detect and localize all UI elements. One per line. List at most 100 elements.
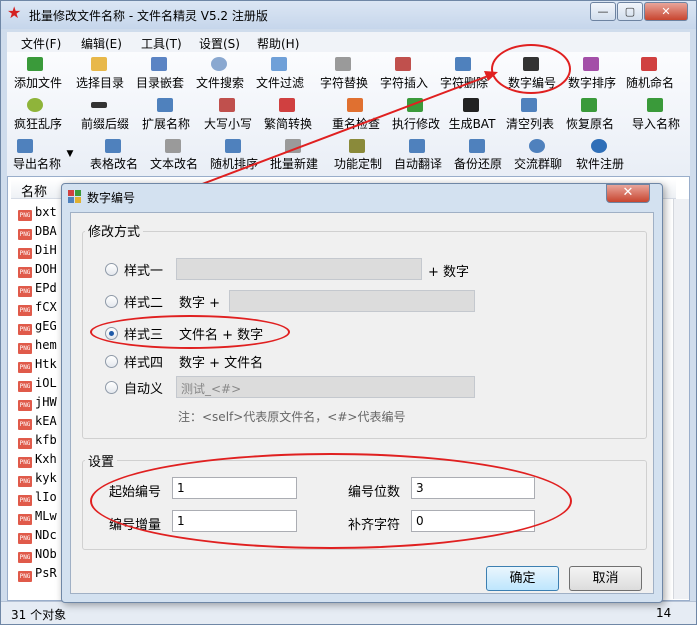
- convert-icon: [279, 98, 295, 112]
- toolbar-table-rename[interactable]: 表格改名: [83, 155, 145, 175]
- insert-icon: [395, 57, 411, 71]
- png-icon: PNG: [18, 514, 32, 525]
- list-item[interactable]: PNG Htk: [18, 357, 57, 373]
- toolbar-batch-new[interactable]: 批量新建: [263, 155, 325, 175]
- toolbar-select-dir[interactable]: 选择目录: [69, 74, 131, 94]
- style-2-input[interactable]: [229, 290, 475, 312]
- crazy-icon: [27, 98, 43, 112]
- png-icon: PNG: [18, 495, 32, 506]
- title-bar: ★ 批量修改文件名称 - 文件名精灵 V5.2 注册版 — ▢ ✕: [1, 1, 696, 29]
- check-icon: [347, 98, 363, 112]
- toolbar-char-replace[interactable]: 字符替换: [313, 74, 375, 94]
- toolbar-translate[interactable]: 自动翻译: [387, 155, 449, 175]
- minimize-button[interactable]: —: [590, 2, 616, 21]
- toolbar-execute[interactable]: 执行修改: [385, 115, 447, 135]
- toolbar-backup[interactable]: 备份还原: [447, 155, 509, 175]
- list-item[interactable]: PNG Kxh: [18, 452, 57, 468]
- menu-tools[interactable]: 工具(T): [141, 35, 182, 52]
- menu-settings[interactable]: 设置(S): [199, 35, 240, 52]
- digit-count-input[interactable]: 3: [411, 477, 535, 499]
- toolbar-number-sort[interactable]: 数字排序: [561, 74, 623, 94]
- ok-button[interactable]: 确定: [486, 566, 559, 591]
- import-icon: [647, 98, 663, 112]
- pad-char-input[interactable]: 0: [411, 510, 535, 532]
- toolbar-char-delete[interactable]: 字符删除: [433, 74, 495, 94]
- png-icon: PNG: [18, 305, 32, 316]
- radio-style-4[interactable]: [105, 355, 118, 368]
- vertical-scrollbar[interactable]: [673, 199, 689, 599]
- radio-custom[interactable]: [105, 381, 118, 394]
- list-item[interactable]: PNG kyk: [18, 471, 57, 487]
- app-star-icon: ★: [7, 3, 22, 22]
- start-number-input[interactable]: 1: [172, 477, 297, 499]
- toolbar-prefix-suffix[interactable]: 前缀后缀: [69, 115, 141, 135]
- toolbar-random-sort[interactable]: 随机排序: [203, 155, 265, 175]
- replace-icon: [335, 57, 351, 71]
- toolbar-file-search[interactable]: 文件搜索: [189, 74, 251, 94]
- style-2-label: 样式二: [124, 296, 164, 311]
- list-item[interactable]: PNG DiH: [18, 243, 57, 259]
- menu-help[interactable]: 帮助(H): [257, 35, 299, 52]
- png-icon: PNG: [18, 419, 32, 430]
- toolbar-nested-dir[interactable]: 目录嵌套: [129, 74, 191, 94]
- toolbar-text-rename[interactable]: 文本改名: [143, 155, 205, 175]
- png-icon: PNG: [18, 324, 32, 335]
- style-3-desc: 文件名 + 数字: [179, 328, 264, 343]
- toolbar-clear-list[interactable]: 清空列表: [499, 115, 561, 135]
- dialog-app-icon: [68, 190, 81, 203]
- toolbar-char-insert[interactable]: 字符插入: [373, 74, 435, 94]
- list-item[interactable]: PNG bxt: [18, 205, 57, 221]
- list-item[interactable]: PNG MLw: [18, 509, 57, 525]
- dialog-close-button[interactable]: ✕: [606, 184, 650, 203]
- column-name: 名称: [21, 185, 48, 200]
- list-item[interactable]: PNG PsR: [18, 566, 57, 582]
- toolbar-duplicate-check[interactable]: 重名检查: [325, 115, 387, 135]
- increment-input[interactable]: 1: [172, 510, 297, 532]
- toolbar-trad-simp[interactable]: 繁简转换: [257, 115, 319, 135]
- list-item[interactable]: PNG iOL: [18, 376, 57, 392]
- toolbar-number[interactable]: 数字编号: [501, 74, 563, 94]
- toolbar-register[interactable]: 软件注册: [569, 155, 631, 175]
- toolbar-export[interactable]: 导出名称: [7, 155, 67, 175]
- close-button[interactable]: ✕: [644, 2, 688, 21]
- toolbar-gen-bat[interactable]: 生成BAT: [441, 115, 503, 135]
- list-item[interactable]: PNG gEG: [18, 319, 57, 335]
- list-item[interactable]: PNG DBA: [18, 224, 57, 240]
- menu-edit[interactable]: 编辑(E): [81, 35, 122, 52]
- style-1-input[interactable]: [176, 258, 422, 280]
- radio-style-3[interactable]: [105, 327, 118, 340]
- toolbar-customize[interactable]: 功能定制: [327, 155, 389, 175]
- cancel-button[interactable]: 取消: [569, 566, 642, 591]
- start-number-label: 起始编号: [109, 485, 162, 500]
- png-icon: PNG: [18, 571, 32, 582]
- export-dropdown-icon[interactable]: ▼: [65, 149, 75, 169]
- toolbar-chat[interactable]: 交流群聊: [507, 155, 569, 175]
- list-item[interactable]: PNG hem: [18, 338, 57, 354]
- menu-file[interactable]: 文件(F): [21, 35, 61, 52]
- bat-icon: [463, 98, 479, 112]
- list-item[interactable]: PNG NDc: [18, 528, 57, 544]
- list-item[interactable]: PNG DOH: [18, 262, 57, 278]
- png-icon: PNG: [18, 362, 32, 373]
- toolbar-case[interactable]: 大写小写: [197, 115, 259, 135]
- list-item[interactable]: PNG jHW: [18, 395, 57, 411]
- toolbar-extension[interactable]: 扩展名称: [135, 115, 197, 135]
- list-item[interactable]: PNG kEA: [18, 414, 57, 430]
- toolbar-restore[interactable]: 恢复原名: [559, 115, 621, 135]
- menu-bar: 文件(F) 编辑(E) 工具(T) 设置(S) 帮助(H): [7, 32, 690, 52]
- toolbar-random-name[interactable]: 随机命名: [619, 74, 681, 94]
- list-item[interactable]: PNG fCX: [18, 300, 57, 316]
- toolbar-crazy-shuffle[interactable]: 疯狂乱序: [7, 115, 69, 135]
- toolbar-add-file[interactable]: 添加文件: [7, 74, 69, 94]
- toolbar-import[interactable]: 导入名称: [625, 115, 687, 135]
- list-item[interactable]: PNG EPd: [18, 281, 57, 297]
- custom-pattern-input[interactable]: 测试_<#>: [176, 376, 475, 398]
- random-sort-icon: [225, 139, 241, 153]
- maximize-button[interactable]: ▢: [617, 2, 643, 21]
- list-item[interactable]: PNG kfb: [18, 433, 57, 449]
- radio-style-1[interactable]: [105, 263, 118, 276]
- list-item[interactable]: PNG lIo: [18, 490, 57, 506]
- list-item[interactable]: PNG NOb: [18, 547, 57, 563]
- radio-style-2[interactable]: [105, 295, 118, 308]
- toolbar-file-filter[interactable]: 文件过滤: [249, 74, 311, 94]
